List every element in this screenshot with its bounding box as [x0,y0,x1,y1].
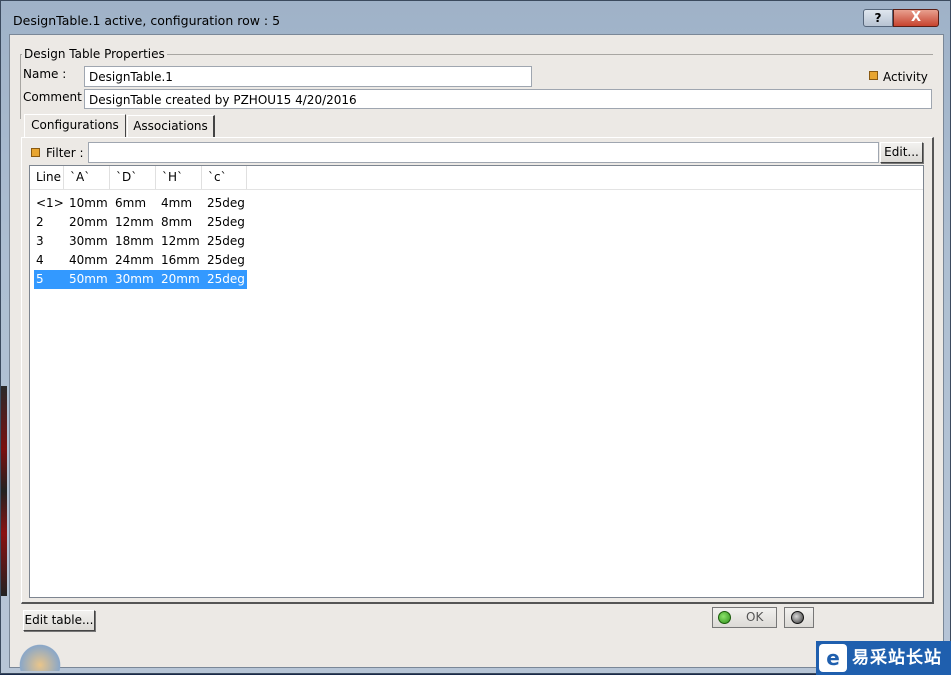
watermark-logo: e 易采站长站 [816,641,951,675]
filter-label: Filter : [46,146,84,160]
name-label: Name : [23,67,67,81]
cell-d: 18mm [115,234,154,248]
tab-configurations[interactable]: Configurations [24,114,126,138]
cell-a: 50mm [69,272,108,286]
cell-c: 25deg [207,215,245,229]
logo-icon: e [819,644,847,672]
table-row[interactable]: 4 40mm 24mm 16mm 25deg [34,251,247,270]
cell-d: 12mm [115,215,154,229]
cancel-icon [791,611,804,624]
activity-label: Activity [883,70,928,84]
column-header-line[interactable]: Line [30,166,64,189]
column-header-c[interactable]: `c` [202,166,247,189]
table-header: Line `A` `D` `H` `c` [30,166,923,190]
cell-d: 6mm [115,196,147,210]
background-strip [1,386,7,596]
cancel-button[interactable] [784,607,814,628]
comment-label: Comment : [23,90,90,104]
comment-input[interactable]: DesignTable created by PZHOU15 4/20/2016 [84,89,932,109]
cell-line: <1> [36,196,64,210]
close-button[interactable]: X [893,9,939,27]
table-row[interactable]: 2 20mm 12mm 8mm 25deg [34,213,247,232]
cell-h: 20mm [161,272,200,286]
logo-text: 易采站长站 [852,648,942,668]
column-header-h[interactable]: `H` [156,166,202,189]
window-title: DesignTable.1 active, configuration row … [13,13,281,28]
cell-h: 16mm [161,253,200,267]
edit-table-button[interactable]: Edit table... [23,610,95,631]
cell-line: 5 [36,272,44,286]
cell-line: 2 [36,215,44,229]
name-input[interactable]: DesignTable.1 [84,66,532,87]
cell-h: 4mm [161,196,193,210]
globe-icon [17,641,63,671]
cell-h: 8mm [161,215,193,229]
dialog-body: Design Table Properties Name : DesignTab… [9,34,944,668]
help-button[interactable]: ? [863,9,893,27]
ok-button[interactable]: OK [712,607,777,628]
cell-a: 40mm [69,253,108,267]
filter-edit-button[interactable]: Edit... [880,142,923,163]
cell-d: 30mm [115,272,154,286]
cell-c: 25deg [207,234,245,248]
table-row-selected[interactable]: 5 50mm 30mm 20mm 25deg [34,270,247,289]
cell-h: 12mm [161,234,200,248]
group-legend: Design Table Properties [22,47,167,61]
column-header-d[interactable]: `D` [110,166,156,189]
cell-c: 25deg [207,253,245,267]
filter-input[interactable] [88,142,879,163]
cell-c: 25deg [207,272,245,286]
title-bar[interactable]: DesignTable.1 active, configuration row … [1,1,950,37]
cell-line: 3 [36,234,44,248]
cell-line: 4 [36,253,44,267]
table-row[interactable]: <1> 10mm 6mm 4mm 25deg [34,194,247,213]
dialog-window: DesignTable.1 active, configuration row … [0,0,951,675]
table-row[interactable]: 3 30mm 18mm 12mm 25deg [34,232,247,251]
cell-a: 30mm [69,234,108,248]
tab-associations[interactable]: Associations [127,115,215,137]
ok-label: OK [746,610,764,624]
column-header-a[interactable]: `A` [64,166,110,189]
cell-a: 20mm [69,215,108,229]
cell-a: 10mm [69,196,108,210]
cell-c: 25deg [207,196,245,210]
configurations-table[interactable]: Line `A` `D` `H` `c` <1> 10mm 6mm 4mm 25… [29,165,924,598]
activity-checkbox[interactable] [869,71,878,80]
ok-icon [718,611,731,624]
filter-indicator-icon [31,148,40,157]
cell-d: 24mm [115,253,154,267]
